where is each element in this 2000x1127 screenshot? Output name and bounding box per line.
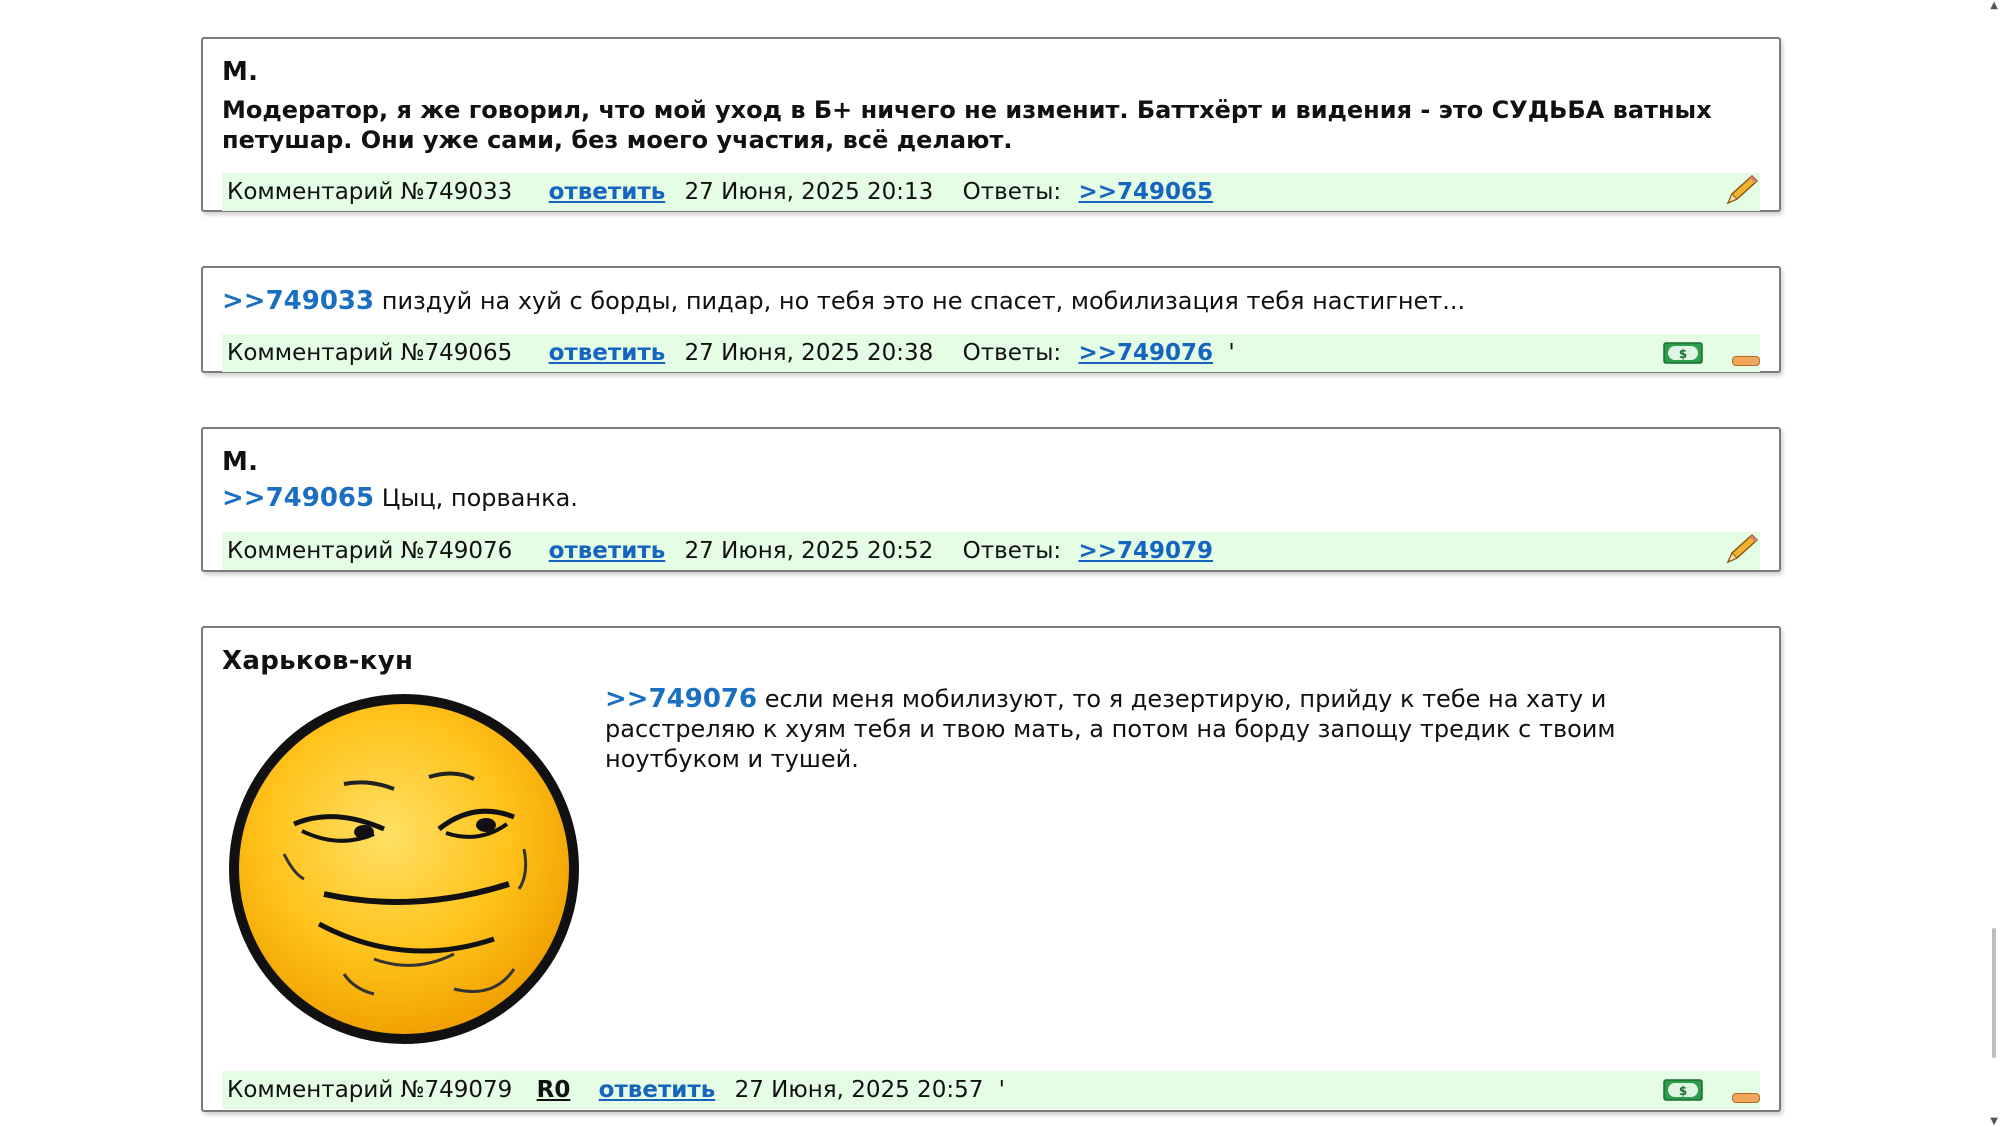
answer-link[interactable]: >>749065 bbox=[1078, 173, 1213, 211]
reply-ref-link[interactable]: >>749076 bbox=[605, 684, 757, 714]
comments-page: М. Модератор, я же говорил, что мой уход… bbox=[0, 0, 2000, 1127]
trailing-mark: ' bbox=[998, 1077, 1005, 1103]
post-date: 27 Июня, 2025 20:38 bbox=[684, 340, 934, 366]
pencil-icon[interactable] bbox=[1724, 173, 1760, 207]
rating-link[interactable]: R0 bbox=[537, 1071, 571, 1109]
reply-link[interactable]: ответить bbox=[599, 1071, 716, 1109]
scroll-up-icon[interactable]: ▲ bbox=[1990, 0, 1998, 11]
comment-post: М. >>749065 Цыц, порванка. Комментарий №… bbox=[201, 427, 1781, 572]
post-footer: Комментарий №749076 ответить 27 Июня, 20… bbox=[222, 532, 1760, 570]
answer-link[interactable]: >>749076 bbox=[1078, 334, 1213, 372]
reply-ref-link[interactable]: >>749033 bbox=[222, 286, 374, 316]
answer-link[interactable]: >>749079 bbox=[1078, 532, 1213, 570]
post-footer: Комментарий №749065 ответить 27 Июня, 20… bbox=[222, 334, 1760, 372]
minus-icon[interactable] bbox=[1732, 1093, 1760, 1103]
money-icon[interactable]: $ bbox=[1663, 1078, 1703, 1102]
scroll-down-icon[interactable]: ▼ bbox=[1990, 1116, 1998, 1127]
post-author: М. bbox=[222, 447, 259, 477]
post-footer: Комментарий №749079 R0 ответить 27 Июня,… bbox=[222, 1071, 1760, 1109]
post-text-content: Цыц, порванка. bbox=[374, 484, 578, 512]
scroll-thumb[interactable] bbox=[1992, 928, 1996, 1058]
svg-text:$: $ bbox=[1679, 1084, 1687, 1098]
post-text: Модератор, я же говорил, что мой уход в … bbox=[222, 96, 1712, 154]
comment-post: М. Модератор, я же говорил, что мой уход… bbox=[201, 37, 1781, 212]
comment-number: Комментарий №749033 bbox=[227, 179, 513, 205]
post-date: 27 Июня, 2025 20:13 bbox=[684, 179, 934, 205]
post-author: Харьков-кун bbox=[222, 646, 414, 676]
comment-number: Комментарий №749079 bbox=[227, 1077, 513, 1103]
svg-text:$: $ bbox=[1679, 347, 1687, 361]
vertical-scrollbar[interactable]: ▲ ▼ bbox=[1986, 0, 2000, 1127]
post-text: >>749076 если меня мобилизуют, то я дезе… bbox=[605, 684, 1755, 774]
money-icon[interactable]: $ bbox=[1663, 341, 1703, 365]
post-text-content: пиздуй на хуй с борды, пидар, но тебя эт… bbox=[374, 287, 1466, 315]
reply-link[interactable]: ответить bbox=[549, 532, 666, 570]
answers-label: Ответы: bbox=[962, 340, 1062, 366]
post-text: >>749065 Цыц, порванка. bbox=[222, 483, 1755, 513]
smiley-avatar bbox=[229, 694, 579, 1044]
answers-label: Ответы: bbox=[962, 179, 1062, 205]
comment-post: >>749033 пиздуй на хуй с борды, пидар, н… bbox=[201, 266, 1781, 373]
post-text: >>749033 пиздуй на хуй с борды, пидар, н… bbox=[222, 286, 1755, 316]
minus-icon[interactable] bbox=[1732, 356, 1760, 366]
reply-link[interactable]: ответить bbox=[549, 334, 666, 372]
post-author: М. bbox=[222, 57, 259, 87]
comment-number: Комментарий №749065 bbox=[227, 340, 513, 366]
answers-label: Ответы: bbox=[962, 538, 1062, 564]
pencil-icon[interactable] bbox=[1724, 532, 1760, 566]
post-footer: Комментарий №749033 ответить 27 Июня, 20… bbox=[222, 173, 1760, 211]
reply-link[interactable]: ответить bbox=[549, 173, 666, 211]
post-text-content: если меня мобилизуют, то я дезертирую, п… bbox=[605, 685, 1616, 773]
reply-ref-link[interactable]: >>749065 bbox=[222, 483, 374, 513]
post-date: 27 Июня, 2025 20:57 bbox=[734, 1077, 984, 1103]
comment-number: Комментарий №749076 bbox=[227, 538, 513, 564]
post-date: 27 Июня, 2025 20:52 bbox=[684, 538, 934, 564]
trailing-mark: ' bbox=[1228, 340, 1235, 366]
comment-post: Харьков-кун >>749076 если меня мобилизую… bbox=[201, 626, 1781, 1112]
